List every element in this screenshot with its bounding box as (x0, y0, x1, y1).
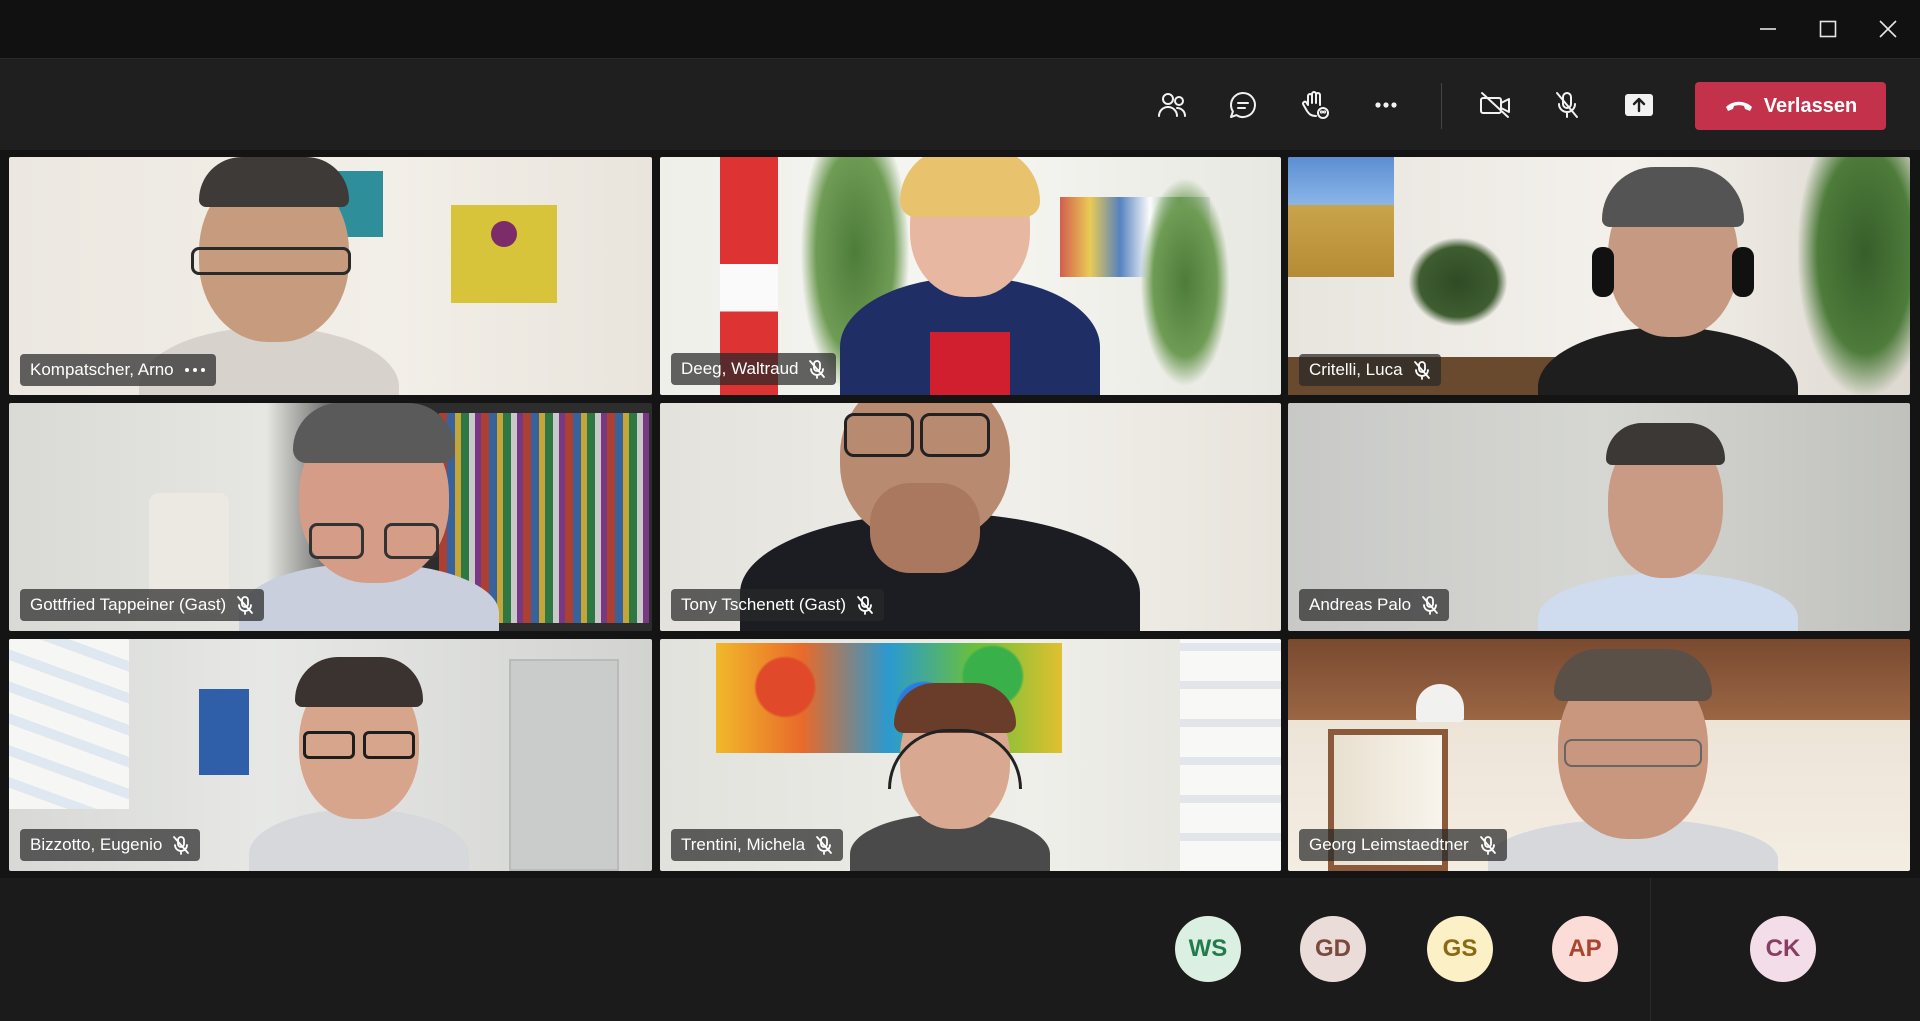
door (509, 659, 619, 871)
participant-name: Critelli, Luca (1309, 360, 1403, 379)
plant (1798, 157, 1910, 395)
mic-toggle-button[interactable] (1543, 81, 1591, 129)
close-icon (1879, 20, 1897, 38)
avatar-initials: GD (1315, 935, 1351, 962)
mic-off-icon (857, 596, 873, 615)
chat-button[interactable] (1219, 81, 1267, 129)
minimize-icon (1760, 28, 1776, 30)
leave-button[interactable]: Verlassen (1695, 82, 1886, 130)
mic-off-icon (816, 836, 832, 855)
video-tile[interactable]: Gottfried Tappeiner (Gast) (9, 403, 652, 631)
participant-name: Andreas Palo (1309, 595, 1412, 614)
more-icon (1375, 102, 1397, 108)
title-bar (0, 0, 1920, 58)
meeting-toolbar: Verlassen (0, 58, 1920, 150)
video-grid: Kompatscher, Arno Deeg, Waltraud Critell… (0, 150, 1920, 878)
people-icon (1158, 93, 1186, 117)
participant-name: Gottfried Tappeiner (Gast) (30, 595, 227, 614)
more-actions-button[interactable] (1362, 81, 1410, 129)
mic-off-icon (1413, 361, 1430, 380)
mic-off-icon (809, 360, 826, 379)
participant-name-tag: Georg Leimstaedtner (1299, 829, 1507, 861)
wall-painting (199, 689, 249, 775)
participant-name: Tony Tschenett (Gast) (681, 595, 847, 614)
mic-off-icon (1422, 596, 1438, 615)
participant-avatar[interactable]: WS (1175, 916, 1241, 982)
participant-avatar[interactable]: CK (1750, 916, 1816, 982)
participant-name: Bizzotto, Eugenio (30, 835, 163, 854)
plant (1408, 237, 1508, 327)
video-tile[interactable]: Critelli, Luca (1288, 157, 1910, 395)
participant-avatar[interactable]: GS (1427, 916, 1493, 982)
mic-off-icon (1556, 92, 1578, 118)
video-tile[interactable]: Georg Leimstaedtner (1288, 639, 1910, 871)
video-tile[interactable]: Tony Tschenett (Gast) (660, 403, 1281, 631)
participant-name: Trentini, Michela (681, 835, 806, 854)
reactions-button[interactable] (1291, 81, 1339, 129)
mic-off-icon (1479, 836, 1496, 855)
landscape-picture (1288, 157, 1394, 277)
avatar-divider (1650, 878, 1651, 1021)
overflow-participants-bar: WS GD GS AP CK (0, 878, 1920, 1021)
participant-name-tag: Trentini, Michela (671, 829, 844, 861)
participant-name-tag: Deeg, Waltraud (671, 353, 837, 385)
avatar-initials: GS (1442, 935, 1478, 962)
participant-name-tag: Critelli, Luca (1299, 354, 1441, 386)
pinboard (9, 639, 129, 809)
avatar-initials: AP (1568, 935, 1602, 962)
minimize-button[interactable] (1738, 0, 1798, 58)
participant-name: Georg Leimstaedtner (1309, 835, 1469, 854)
maximize-icon (1819, 20, 1837, 38)
share-screen-icon (1625, 94, 1653, 116)
avatar-initials: WS (1188, 935, 1228, 962)
participant-name-tag: Tony Tschenett (Gast) (671, 589, 885, 621)
toolbar-divider (1441, 83, 1442, 129)
hang-up-icon (1725, 101, 1752, 111)
ceiling-lamp (1416, 684, 1464, 722)
chat-icon (1230, 91, 1256, 118)
video-tile[interactable]: Andreas Palo (1288, 403, 1910, 631)
participants-button[interactable] (1148, 81, 1196, 129)
camera-toggle-button[interactable] (1471, 81, 1519, 129)
close-button[interactable] (1858, 0, 1918, 58)
wall-notes (1180, 639, 1281, 871)
leave-label: Verlassen (1763, 94, 1858, 117)
video-tile[interactable]: Bizzotto, Eugenio (9, 639, 652, 871)
mic-off-icon (173, 836, 190, 855)
participant-name-tag: Gottfried Tappeiner (Gast) (20, 589, 265, 621)
colorful-painting (716, 643, 1062, 753)
participant-name: Deeg, Waltraud (681, 359, 799, 378)
video-tile[interactable]: Trentini, Michela (660, 639, 1281, 871)
participant-name-tag: Kompatscher, Arno (20, 354, 216, 386)
participant-name-tag: Andreas Palo (1299, 589, 1450, 621)
maximize-button[interactable] (1798, 0, 1858, 58)
participant-avatar[interactable]: GD (1300, 916, 1366, 982)
camera-off-icon (1480, 92, 1510, 118)
video-tile[interactable]: Kompatscher, Arno (9, 157, 652, 395)
more-options-icon[interactable] (184, 367, 206, 373)
participant-name-tag: Bizzotto, Eugenio (20, 829, 201, 861)
avatar-initials: CK (1765, 935, 1801, 962)
plant (1140, 177, 1230, 387)
participant-avatar[interactable]: AP (1552, 916, 1618, 982)
raise-hand-icon (1302, 91, 1329, 119)
wall-painting (451, 205, 557, 303)
video-tile[interactable]: Deeg, Waltraud (660, 157, 1281, 395)
participant-name: Kompatscher, Arno (30, 360, 174, 379)
mic-off-icon (237, 596, 254, 615)
share-screen-button[interactable] (1615, 81, 1663, 129)
